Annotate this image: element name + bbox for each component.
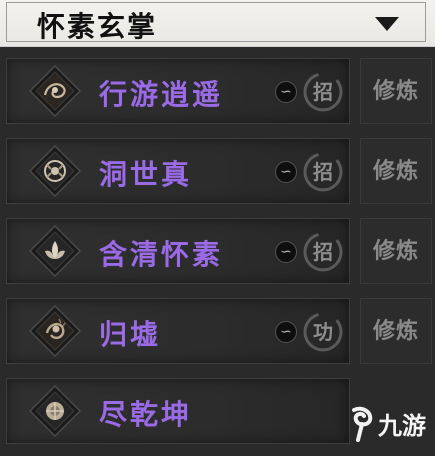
train-button[interactable]: 修炼 xyxy=(360,298,432,364)
skill-type-label: 招 xyxy=(313,160,333,184)
ink-lotus-icon xyxy=(29,145,81,197)
train-button[interactable]: 修炼 xyxy=(360,218,432,284)
skill-row: 含清怀素 ∽ 招 修炼 xyxy=(0,218,435,296)
nine-game-logo-icon xyxy=(352,406,373,442)
skill-type-badge: 功 xyxy=(301,310,345,354)
skill-row: 洞世真 ∽ 招 修炼 xyxy=(0,138,435,216)
skill-name: 洞世真 xyxy=(99,158,193,191)
skill-name: 尽乾坤 xyxy=(99,398,193,431)
skill-card[interactable]: 行游逍遥 ∽ 招 xyxy=(6,58,350,124)
watermark: 九游 xyxy=(346,404,435,444)
swirl-small-icon: ∽ xyxy=(275,161,297,183)
watermark-text: 九游 xyxy=(378,412,426,440)
skill-row: 归墟 ∽ 功 修炼 xyxy=(0,298,435,376)
skill-type-label: 招 xyxy=(313,80,333,104)
train-button[interactable]: 修炼 xyxy=(360,58,432,124)
skill-type-badge: 招 xyxy=(301,70,345,114)
skill-type-badge: 招 xyxy=(301,230,345,274)
swirl-small-icon: ∽ xyxy=(275,81,297,103)
swirl-small-icon: ∽ xyxy=(275,241,297,263)
ink-lotus-icon xyxy=(29,225,81,277)
train-button[interactable]: 修炼 xyxy=(360,138,432,204)
skill-name: 含清怀素 xyxy=(99,238,224,271)
technique-title: 怀素玄掌 xyxy=(37,10,158,43)
skill-type-label: 招 xyxy=(313,240,333,264)
skill-row: 行游逍遥 ∽ 招 修炼 xyxy=(0,58,435,136)
header-bar: 怀素玄掌 xyxy=(0,0,435,47)
ink-swirl-icon xyxy=(29,305,81,357)
skill-name: 归墟 xyxy=(99,318,162,351)
skill-card[interactable]: 洞世真 ∽ 招 xyxy=(6,138,350,204)
triangle-down-icon[interactable] xyxy=(375,17,399,31)
skill-name: 行游逍遥 xyxy=(99,78,224,111)
skill-list: 行游逍遥 ∽ 招 修炼 洞世真 ∽ 招 修炼 含清怀素 ∽ 招 修炼 归墟 ∽ … xyxy=(0,48,435,449)
skill-card[interactable]: 含清怀素 ∽ 招 xyxy=(6,218,350,284)
skill-card[interactable]: 尽乾坤 xyxy=(6,378,350,444)
ink-swirl-icon xyxy=(29,65,81,117)
technique-selector[interactable]: 怀素玄掌 xyxy=(6,2,426,43)
skill-type-label: 功 xyxy=(313,320,333,344)
skill-card[interactable]: 归墟 ∽ 功 xyxy=(6,298,350,364)
ink-lotus-icon xyxy=(29,385,81,437)
swirl-small-icon: ∽ xyxy=(275,321,297,343)
skill-type-badge: 招 xyxy=(301,150,345,194)
